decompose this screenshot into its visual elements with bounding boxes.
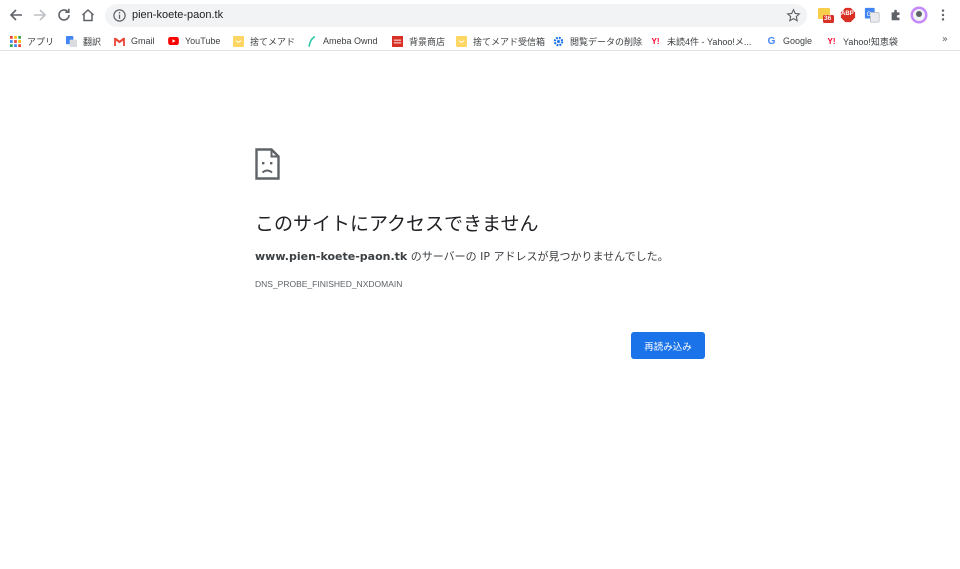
bookmark-yahoo-chiebukuro[interactable]: Y! Yahoo!知恵袋 [826, 33, 898, 49]
yahoo-icon: Y! [827, 36, 836, 46]
bookmark-clear-browsing-data[interactable]: 閲覧データの削除 [553, 33, 642, 49]
google-icon: G [767, 35, 776, 47]
arrow-left-icon [9, 9, 22, 21]
gear-icon [553, 36, 564, 47]
bookmark-apps[interactable]: アプリ [10, 33, 54, 49]
error-title: このサイトにアクセスできません [255, 213, 539, 235]
bookmark-label: Ameba Ownd [323, 36, 378, 46]
arrow-right-icon [34, 9, 47, 21]
extension-mail-button[interactable]: 36 [816, 6, 834, 24]
gmail-icon [114, 36, 125, 47]
reload-browser-button[interactable] [53, 4, 75, 26]
sad-page-icon [255, 148, 280, 180]
bookmark-temp-mail-inbox[interactable]: 捨てメアド受信箱 [456, 33, 545, 49]
translate-icon: G [864, 7, 880, 23]
youtube-icon [168, 36, 179, 47]
info-icon[interactable] [112, 8, 127, 23]
svg-text:G: G [867, 11, 872, 18]
address-bar[interactable]: pien-koete-paon.tk [105, 4, 807, 27]
extension-adblock-button[interactable]: ABP [839, 6, 857, 24]
yahoo-icon: Y! [651, 36, 660, 46]
bookmark-label: 背景商店 [409, 36, 446, 47]
more-vertical-icon [941, 9, 945, 21]
bookmark-label: 捨てメアド受信箱 [473, 36, 546, 47]
avatar-icon [910, 6, 928, 24]
forward-button[interactable] [29, 4, 51, 26]
error-message: のサーバーの IP アドレスが見つかりませんでした。 [407, 250, 669, 263]
reload-button[interactable]: 再読み込み [631, 332, 705, 359]
bookmark-gmail[interactable]: Gmail [114, 33, 155, 49]
bookmark-temp-mail[interactable]: 捨てメアド [233, 33, 295, 49]
adblock-label: ABP [841, 11, 854, 17]
bookmark-google[interactable]: G Google [766, 33, 812, 49]
home-button[interactable] [77, 4, 99, 26]
mail-folder-icon [233, 35, 244, 47]
star-icon[interactable] [786, 8, 801, 23]
url-text[interactable]: pien-koete-paon.tk [132, 8, 223, 23]
ameba-ownd-icon [306, 35, 317, 47]
bookmark-label: 閲覧データの削除 [570, 36, 643, 47]
bookmark-label: Google [783, 36, 813, 46]
bookmarks-bar: アプリ 翻訳 Gmail YouTube 捨てメアド Ameba Ownd 背景… [0, 31, 960, 51]
extension-badge: 36 [824, 15, 832, 22]
error-description: www.pien-koete-paon.tk のサーバーの IP アドレスが見つ… [255, 249, 669, 265]
back-button[interactable] [5, 4, 27, 26]
extension-translate-button[interactable]: G [863, 6, 881, 24]
error-host: www.pien-koete-paon.tk [255, 250, 408, 263]
browser-menu-button[interactable] [934, 6, 952, 24]
bookmark-label: Yahoo!知恵袋 [843, 36, 898, 47]
google-translate-icon [66, 35, 77, 47]
browser-toolbar: pien-koete-paon.tk 36 ABP G [0, 0, 960, 31]
apps-grid-icon [10, 35, 21, 47]
error-code: DNS_PROBE_FINISHED_NXDOMAIN [255, 279, 403, 289]
bookmark-label: 翻訳 [83, 36, 102, 47]
bookmark-label: アプリ [27, 36, 55, 47]
puzzle-icon [891, 9, 900, 21]
bookmarks-overflow-button[interactable]: » [942, 34, 948, 45]
bookmark-translate[interactable]: 翻訳 [66, 33, 101, 49]
bookmark-ameba-ownd[interactable]: Ameba Ownd [306, 33, 378, 49]
background-shop-icon [392, 35, 403, 47]
home-icon [81, 8, 95, 22]
mail-folder-icon [456, 35, 467, 47]
extensions-menu-button[interactable] [887, 6, 905, 24]
bookmark-label: 未読4件 - Yahoo!メ... [667, 36, 752, 47]
profile-avatar-button[interactable] [910, 6, 928, 24]
bookmark-label: YouTube [185, 36, 221, 46]
bookmark-label: Gmail [131, 36, 155, 46]
bookmark-yahoo-mail[interactable]: Y! 未読4件 - Yahoo!メ... [650, 33, 752, 49]
bookmark-background-shop[interactable]: 背景商店 [392, 33, 445, 49]
bookmark-youtube[interactable]: YouTube [168, 33, 220, 49]
refresh-icon [58, 8, 70, 21]
bookmark-label: 捨てメアド [250, 36, 296, 47]
